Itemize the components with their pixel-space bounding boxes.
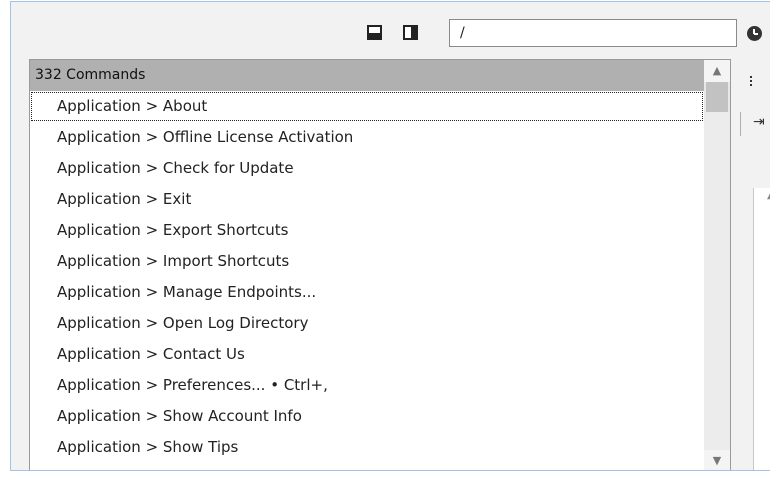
commands-count-header: 332 Commands (30, 60, 704, 91)
command-item[interactable]: Application > Exit (30, 184, 704, 215)
command-item[interactable]: Application > Offline License Activation (30, 122, 704, 153)
command-item[interactable]: Application > Tutorials (30, 463, 704, 470)
command-item[interactable]: Application > Check for Update (30, 153, 704, 184)
command-search-input[interactable] (449, 19, 737, 47)
background-field-edge (740, 112, 741, 136)
command-list: Application > About Application > Offlin… (30, 91, 704, 470)
more-options-icon[interactable] (750, 76, 752, 88)
collapse-icon[interactable]: ⇥ (753, 114, 765, 130)
command-item[interactable]: Application > Open Log Directory (30, 308, 704, 339)
command-item[interactable]: Application > Contact Us (30, 339, 704, 370)
bottom-panel-toggle-icon[interactable] (367, 25, 382, 40)
scroll-down-icon[interactable]: ▼ (704, 450, 730, 470)
command-item[interactable]: Application > Preferences... • Ctrl+, (30, 370, 704, 401)
right-panel-toggle-icon[interactable] (403, 25, 418, 40)
background-panel (753, 188, 770, 470)
command-palette-dropdown: 332 Commands Application > About Applica… (29, 59, 731, 470)
command-item[interactable]: Application > Manage Endpoints... (30, 277, 704, 308)
command-item[interactable]: Application > Show Account Info (30, 401, 704, 432)
command-item[interactable]: Application > Export Shortcuts (30, 215, 704, 246)
app-window: ⇥ ▲ 332 Commands Application > About App… (10, 1, 770, 471)
dropdown-scrollbar[interactable]: ▲ ▼ (704, 60, 730, 470)
command-item[interactable]: Application > Show Tips (30, 432, 704, 463)
scroll-up-icon[interactable]: ▲ (704, 60, 730, 82)
scroll-thumb[interactable] (706, 82, 728, 112)
command-item[interactable]: Application > Import Shortcuts (30, 246, 704, 277)
scroll-track[interactable] (704, 112, 730, 450)
history-icon[interactable] (747, 26, 762, 41)
command-item[interactable]: Application > About (30, 91, 704, 122)
